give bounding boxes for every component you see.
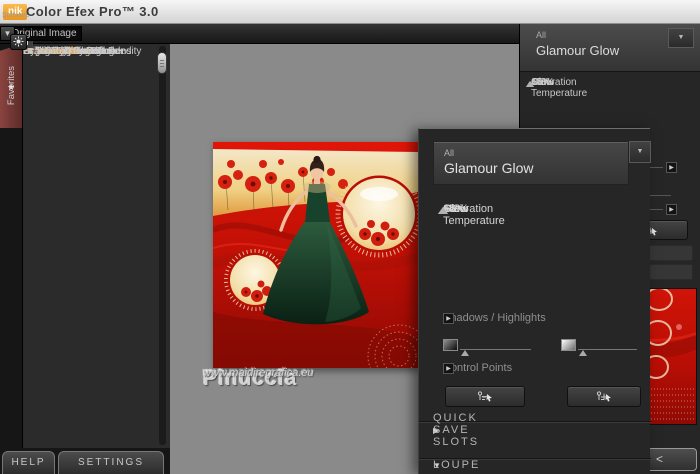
loupe-back-button[interactable]: <: [646, 448, 697, 471]
toolbar: Views: Preview: ✓ Modes: Original Image …: [0, 24, 519, 44]
watermark-site: www.maidiregrafica.eu: [203, 367, 314, 379]
floating-panel-header[interactable]: All Glamour Glow: [433, 141, 629, 185]
remove-control-point-button[interactable]: −: [445, 386, 525, 407]
highlights-swatch: [561, 339, 576, 351]
filter-list-scrollbar-thumb[interactable]: [157, 52, 167, 74]
filter-settings-header: All Glamour Glow ▲ ▼: [520, 24, 700, 72]
app-title: Color Efex Pro™ 3.0: [26, 4, 159, 19]
settings-button[interactable]: SETTINGS: [58, 451, 164, 474]
filter-name: Glamour Glow: [444, 160, 533, 176]
plus-icon: +: [600, 390, 608, 403]
floating-settings-panel: All Glamour Glow ▲ ▼ Glow 45%: [418, 128, 650, 474]
filter-name: Glamour Glow: [536, 43, 619, 58]
color-efex-pro-window: Pinuccia www.maidiregrafica.eu nik Softw…: [0, 0, 700, 474]
shadows-highlights-label: Shadows / Highlights: [443, 312, 546, 324]
filter-category: All: [444, 148, 454, 158]
slider-value: +6%: [531, 77, 551, 88]
slider-thumb[interactable]: [526, 81, 534, 87]
filter-label: Graduated User Defined: [23, 46, 131, 57]
filter-list-scrollbar[interactable]: [159, 46, 166, 445]
slider-thumb[interactable]: [438, 207, 448, 214]
filter-category: All: [536, 30, 546, 40]
category-tab[interactable]: Favorites ★: [0, 44, 22, 128]
filter-list: ★ Bi-Color Filters ★ Bi-Color User Defin…: [22, 44, 170, 448]
preview-image[interactable]: [213, 142, 418, 368]
scroll-down-icon[interactable]: ▼: [668, 28, 694, 48]
shadows-highlights-sliders: [443, 339, 637, 357]
quick-save-slots-label: QUICK SAVE SLOTS: [433, 412, 479, 448]
scroll-down-icon[interactable]: ▼: [629, 141, 651, 163]
category-tab-strip: All ★ Traditional ★ Stylizing ★ Landscap…: [0, 44, 22, 448]
minus-icon: −: [481, 390, 489, 403]
filter-scroll-buttons: ▲ ▼: [629, 141, 651, 185]
loupe-label: LOUPE: [433, 459, 480, 471]
title-bar: nik Software Color Efex Pro™ 3.0: [0, 0, 700, 24]
highlights-slider-thumb[interactable]: [579, 350, 587, 356]
filter-scroll-buttons: ▲ ▼: [668, 28, 694, 68]
artwork-illustration: [213, 142, 418, 368]
favorites-star-icon: ★: [7, 82, 15, 93]
shadows-slider-thumb[interactable]: [461, 350, 469, 356]
control-points-expand-icon[interactable]: ▶: [443, 363, 454, 374]
shadows-slider-track[interactable]: [460, 349, 531, 350]
control-points-expand-icon[interactable]: ▶: [666, 204, 677, 215]
shadows-highlights-expand-icon[interactable]: ▶: [666, 162, 677, 173]
shadows-swatch: [443, 339, 458, 351]
add-control-point-button[interactable]: +: [567, 386, 641, 407]
shadows-highlights-expand-icon[interactable]: ▶: [443, 313, 454, 324]
help-button[interactable]: HELP: [2, 451, 55, 474]
background-color-tool-icon[interactable]: [10, 34, 27, 50]
